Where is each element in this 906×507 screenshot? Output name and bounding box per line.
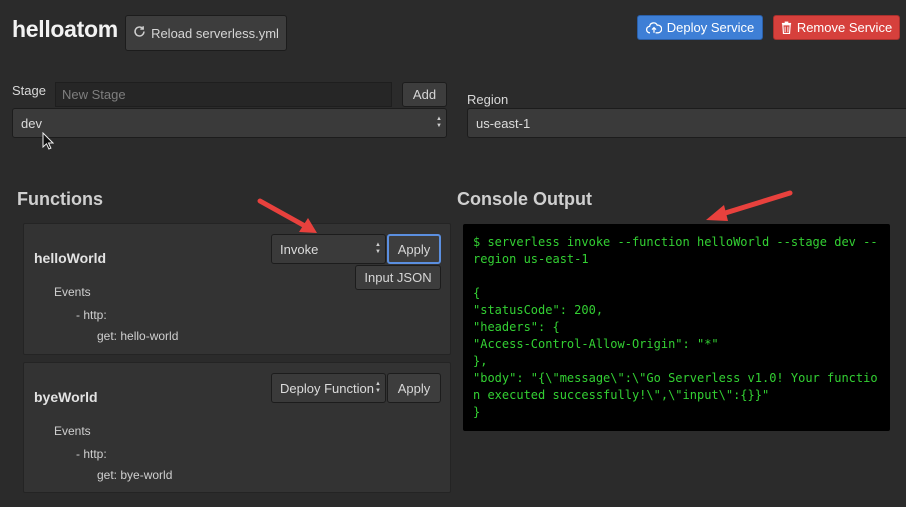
stage-label: Stage (12, 83, 46, 98)
event-type: - http: (76, 447, 107, 461)
region-label: Region (467, 92, 509, 107)
select-arrows-icon: ▲ ▼ (436, 116, 442, 129)
refresh-icon (133, 25, 146, 41)
remove-service-button[interactable]: Remove Service (773, 15, 900, 40)
mouse-pointer-icon (42, 131, 55, 155)
event-detail: get: bye-world (97, 468, 173, 482)
console-line: "Access-Control-Allow-Origin": "*" (473, 337, 719, 351)
console-line: { (473, 286, 481, 300)
select-arrows-icon: ▲ ▼ (375, 242, 381, 255)
function-panel-helloworld: Invoke ▲ ▼ Apply Input JSON helloWorld Ev… (23, 223, 451, 355)
annotation-arrow-icon (706, 190, 793, 221)
functions-title: Functions (17, 189, 103, 209)
app-title: helloatom (12, 16, 118, 42)
console-line: } (473, 405, 481, 419)
console-line: "body": "{\"message\":\"Go Serverless v1… (473, 371, 878, 402)
region-select-value: us-east-1 (476, 115, 531, 131)
events-label: Events (54, 285, 91, 299)
add-stage-button[interactable]: Add (402, 82, 447, 107)
events-label: Events (54, 424, 91, 438)
input-json-button[interactable]: Input JSON (355, 265, 441, 290)
event-detail: get: hello-world (97, 329, 179, 343)
function-action-value: Invoke (280, 241, 319, 257)
console-output-title: Console Output (457, 189, 592, 209)
console-line: "headers": { (473, 320, 560, 334)
region-select[interactable]: us-east-1 (467, 108, 906, 138)
apply-button[interactable]: Apply (387, 373, 441, 403)
deploy-service-button[interactable]: Deploy Service (637, 15, 763, 40)
deploy-label: Deploy Service (666, 20, 755, 35)
function-action-value: Deploy Function (280, 380, 374, 396)
function-panel-byeworld: Deploy Function ▲ ▼ Apply byeWorld Events… (23, 362, 451, 493)
console-line: "statusCode": 200, (473, 303, 604, 317)
function-name: byeWorld (34, 389, 98, 405)
stage-select-value: dev (21, 115, 42, 131)
apply-button[interactable]: Apply (387, 234, 441, 264)
reload-label: Reload serverless.yml (151, 25, 279, 41)
reload-serverless-button[interactable]: Reload serverless.yml (125, 15, 287, 51)
function-name: helloWorld (34, 250, 107, 266)
cloud-upload-icon (645, 21, 662, 34)
function-action-select[interactable]: Invoke ▲ ▼ (271, 234, 386, 264)
event-type: - http: (76, 308, 107, 322)
select-arrows-icon: ▲ ▼ (375, 381, 381, 394)
remove-label: Remove Service (796, 20, 893, 35)
function-action-select[interactable]: Deploy Function ▲ ▼ (271, 373, 386, 403)
trash-icon (781, 21, 792, 34)
new-stage-input[interactable] (55, 82, 392, 107)
console-output[interactable]: $ serverless invoke --function helloWorl… (463, 224, 890, 431)
console-line: }, (473, 354, 488, 368)
stage-select[interactable]: dev ▲ ▼ (12, 108, 447, 138)
console-line: $ serverless invoke --function helloWorl… (473, 235, 878, 266)
